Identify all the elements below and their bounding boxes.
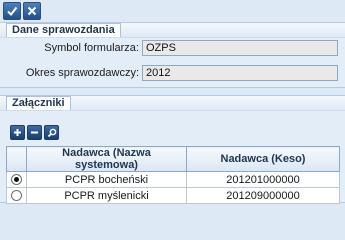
period-label: Okres sprawozdawczy: [25, 67, 139, 79]
attachments-table: Nadawca (Nazwa systemowa) Nadawca (Keso)… [6, 146, 340, 204]
form-symbol-field[interactable] [142, 40, 338, 56]
toolbar [3, 2, 41, 20]
select-column-header [6, 146, 27, 172]
row-select-cell[interactable] [6, 187, 27, 204]
sender-name-column-header[interactable]: Nadawca (Nazwa systemowa) [26, 146, 187, 172]
report-data-title: Dane sprawozdania [6, 23, 121, 37]
sender-keso-cell: 201209000000 [186, 187, 340, 204]
row-radio[interactable] [11, 190, 22, 202]
remove-attachment-button[interactable] [27, 125, 42, 140]
checkmark-icon [7, 6, 18, 17]
add-attachment-button[interactable] [10, 125, 25, 140]
row-select-cell[interactable] [6, 171, 27, 188]
attachments-header: Załączniki [0, 96, 345, 111]
sender-keso-cell: 201201000000 [186, 171, 340, 188]
sender-name-cell: PCPR myślenicki [26, 187, 187, 204]
minus-icon [31, 131, 38, 134]
attachments-title: Załączniki [6, 96, 71, 110]
magnifier-icon [47, 128, 56, 137]
plus-icon [14, 129, 21, 136]
attachments-toolbar [10, 125, 70, 140]
cancel-button[interactable] [23, 2, 41, 20]
report-data-header: Dane sprawozdania [0, 23, 345, 38]
table-header-row: Nadawca (Nazwa systemowa) Nadawca (Keso) [6, 146, 340, 172]
table-row[interactable]: PCPR myślenicki 201209000000 [6, 187, 340, 204]
table-row[interactable]: PCPR bocheński 201201000000 [6, 171, 340, 188]
close-icon [27, 6, 37, 16]
confirm-button[interactable] [3, 2, 21, 20]
form-symbol-label: Symbol formularza: [44, 42, 139, 54]
row-radio-selected[interactable] [11, 174, 22, 186]
sender-name-cell: PCPR bocheński [26, 171, 187, 188]
period-field[interactable] [142, 65, 338, 81]
sender-keso-column-header[interactable]: Nadawca (Keso) [186, 146, 340, 172]
search-attachment-button[interactable] [44, 125, 59, 140]
